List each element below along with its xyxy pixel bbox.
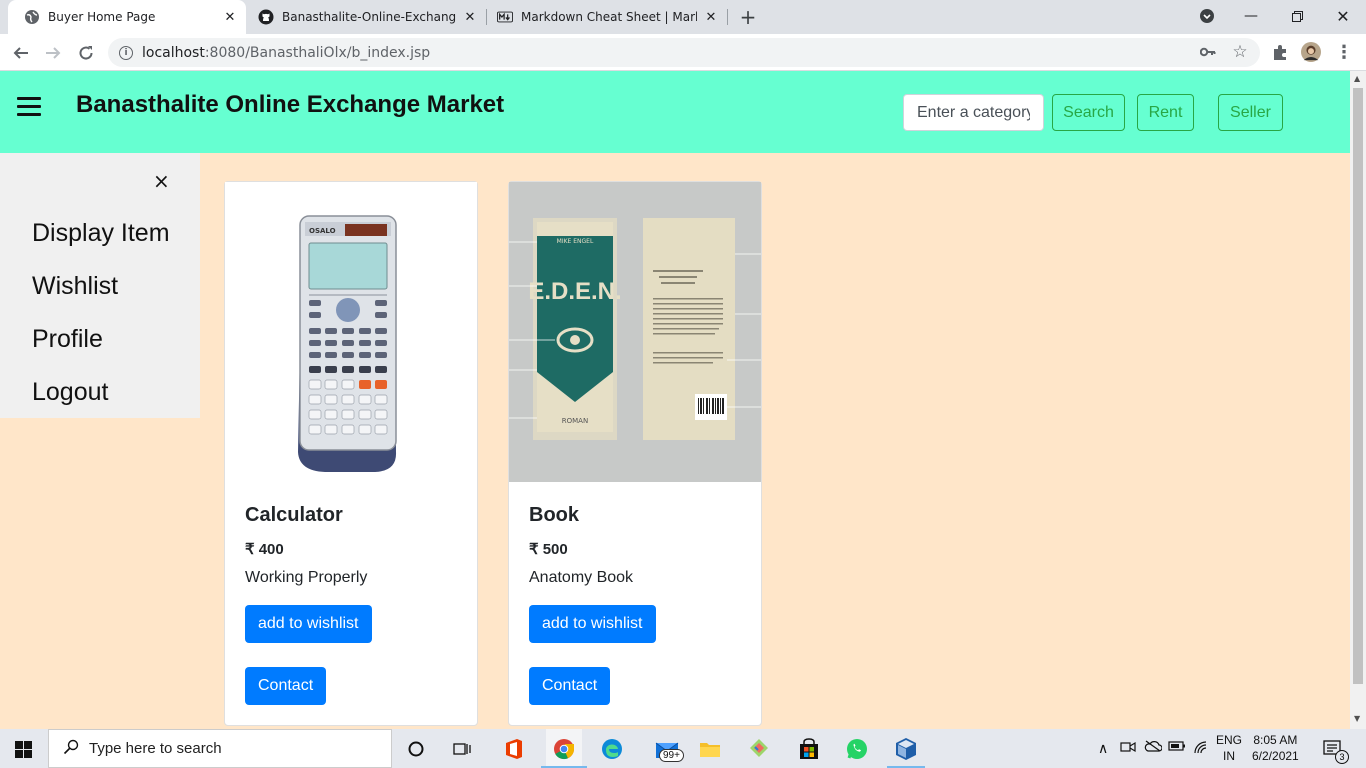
side-menu: × Display Item Wishlist Profile Logout bbox=[0, 153, 200, 418]
site-brand[interactable]: Banasthalite Online Exchange Market bbox=[76, 91, 504, 119]
contact-button[interactable]: Contact bbox=[245, 667, 327, 705]
back-icon[interactable] bbox=[8, 40, 34, 66]
notification-count: 3 bbox=[1335, 750, 1349, 764]
whatsapp-icon[interactable] bbox=[844, 736, 870, 762]
book-image: MIKE ENGEL E.D.E.N. ROMAN bbox=[509, 182, 761, 482]
onedrive-icon[interactable] bbox=[1144, 740, 1163, 755]
mail-badge: 99+ bbox=[659, 749, 684, 762]
sidebar-item-profile[interactable]: Profile bbox=[32, 325, 103, 354]
lang-code: ENG bbox=[1216, 733, 1243, 747]
tab-buyer-home[interactable]: Buyer Home Page ✕ bbox=[8, 0, 246, 34]
product-price: ₹ 500 bbox=[529, 541, 568, 558]
url-host: localhost bbox=[142, 44, 205, 61]
browser-toolbar: i localhost:8080/BanasthaliOlx/b_index.j… bbox=[0, 34, 1366, 71]
task-view-icon[interactable] bbox=[450, 736, 476, 762]
product-title: Book bbox=[529, 504, 579, 526]
virtualbox-icon[interactable] bbox=[893, 736, 919, 762]
sticky-icon[interactable] bbox=[746, 736, 772, 762]
github-icon bbox=[258, 9, 274, 25]
tab-strip: Buyer Home Page ✕ Banasthalite-Online-Ex… bbox=[0, 0, 1366, 34]
close-window-button[interactable]: ✕ bbox=[1320, 0, 1366, 32]
close-tab-icon[interactable]: ✕ bbox=[703, 9, 719, 25]
book-cover-title: E.D.E.N. bbox=[528, 278, 621, 305]
tab-markdown[interactable]: Markdown Cheat Sheet | Markdo ✕ bbox=[487, 0, 727, 34]
contact-button[interactable]: Contact bbox=[529, 667, 611, 705]
profile-avatar[interactable] bbox=[1301, 42, 1321, 62]
key-icon[interactable] bbox=[1198, 42, 1218, 62]
clock-date: 6/2/2021 bbox=[1252, 749, 1299, 763]
product-description: Anatomy Book bbox=[529, 569, 634, 586]
minimize-button[interactable]: — bbox=[1228, 0, 1274, 32]
add-to-wishlist-button[interactable]: add to wishlist bbox=[529, 605, 656, 643]
search-button[interactable]: Search bbox=[1052, 94, 1125, 131]
product-description: Working Properly bbox=[245, 569, 368, 586]
add-to-wishlist-button[interactable]: add to wishlist bbox=[245, 605, 372, 643]
file-explorer-icon[interactable] bbox=[697, 736, 723, 762]
book-author-text: MIKE ENGEL bbox=[557, 238, 594, 245]
windows-start-icon[interactable] bbox=[15, 741, 32, 758]
sidebar-item-display-item[interactable]: Display Item bbox=[32, 219, 170, 248]
extensions-icon[interactable] bbox=[1270, 42, 1290, 62]
cortana-icon[interactable] bbox=[403, 736, 429, 762]
forward-icon[interactable] bbox=[40, 40, 66, 66]
product-card: MIKE ENGEL E.D.E.N. ROMAN Book ₹ 500 Ana… bbox=[508, 181, 762, 726]
browser-menu-icon[interactable]: ⋮ bbox=[1334, 42, 1354, 63]
sidebar-item-logout[interactable]: Logout bbox=[32, 378, 108, 407]
mail-icon[interactable]: 99+ bbox=[648, 736, 686, 762]
book-footer-text: ROMAN bbox=[562, 417, 588, 425]
product-title: Calculator bbox=[245, 504, 343, 526]
calculator-image: OSALO bbox=[225, 182, 477, 482]
chrome-taskbar-icon[interactable] bbox=[546, 729, 582, 768]
battery-icon[interactable] bbox=[1168, 740, 1186, 755]
close-tab-icon[interactable]: ✕ bbox=[222, 9, 238, 25]
product-card: OSALO Calculator ₹ 400 Working Properly … bbox=[224, 181, 478, 726]
address-bar[interactable]: i localhost:8080/BanasthaliOlx/b_index.j… bbox=[108, 38, 1260, 67]
lang-region: IN bbox=[1223, 749, 1235, 763]
tab-github[interactable]: Banasthalite-Online-Exchange-M ✕ bbox=[246, 0, 486, 34]
bookmark-star-icon[interactable]: ☆ bbox=[1230, 42, 1250, 62]
site-navbar: Banasthalite Online Exchange Market Sear… bbox=[0, 71, 1350, 153]
scroll-up-icon[interactable]: ▲ bbox=[1354, 74, 1360, 83]
restore-button[interactable] bbox=[1274, 0, 1320, 32]
close-sidebar-icon[interactable]: × bbox=[153, 171, 170, 191]
language-indicator[interactable]: ENG IN bbox=[1216, 732, 1242, 764]
site-info-icon[interactable]: i bbox=[119, 45, 133, 60]
tab-title: Banasthalite-Online-Exchange-M bbox=[282, 10, 456, 24]
sidebar-item-wishlist[interactable]: Wishlist bbox=[32, 272, 118, 301]
product-price: ₹ 400 bbox=[245, 541, 284, 558]
reload-icon[interactable] bbox=[73, 40, 99, 66]
tab-title: Markdown Cheat Sheet | Markdo bbox=[521, 10, 697, 24]
scrollbar-thumb[interactable] bbox=[1353, 88, 1363, 684]
calculator-brand-text: OSALO bbox=[309, 227, 336, 235]
close-tab-icon[interactable]: ✕ bbox=[462, 9, 478, 25]
page-scrollbar[interactable]: ▲ ▼ bbox=[1350, 71, 1366, 729]
taskbar-search-box[interactable]: Type here to search bbox=[48, 729, 392, 768]
clock-time: 8:05 AM bbox=[1253, 733, 1298, 747]
hamburger-menu-icon[interactable] bbox=[17, 97, 41, 117]
tab-search-button[interactable] bbox=[1184, 0, 1230, 32]
taskbar-search-placeholder: Type here to search bbox=[89, 740, 222, 757]
notifications-icon[interactable]: 3 bbox=[1320, 736, 1349, 764]
store-icon[interactable] bbox=[796, 736, 822, 762]
page-content: Banasthalite Online Exchange Market Sear… bbox=[0, 71, 1350, 729]
windows-taskbar: Type here to search 99+ ∧ ENG IN 8:05 AM… bbox=[0, 729, 1366, 768]
tab-divider bbox=[727, 9, 728, 25]
new-tab-button[interactable]: + bbox=[736, 5, 760, 29]
show-hidden-icons-icon[interactable]: ∧ bbox=[1098, 740, 1108, 757]
edge-icon[interactable] bbox=[599, 736, 625, 762]
category-search-input[interactable] bbox=[903, 94, 1044, 131]
office-icon[interactable] bbox=[501, 736, 527, 762]
markdown-icon bbox=[497, 9, 513, 25]
globe-icon bbox=[24, 9, 40, 25]
tab-title: Buyer Home Page bbox=[48, 10, 156, 24]
url-path: :8080/BanasthaliOlx/b_index.jsp bbox=[204, 44, 431, 61]
rent-button[interactable]: Rent bbox=[1137, 94, 1194, 131]
wifi-icon[interactable] bbox=[1193, 740, 1209, 757]
seller-button[interactable]: Seller bbox=[1218, 94, 1283, 131]
scroll-down-icon[interactable]: ▼ bbox=[1354, 714, 1360, 723]
meet-now-icon[interactable] bbox=[1120, 740, 1136, 757]
taskbar-clock[interactable]: 8:05 AM 6/2/2021 bbox=[1252, 732, 1299, 764]
search-icon bbox=[63, 739, 79, 759]
